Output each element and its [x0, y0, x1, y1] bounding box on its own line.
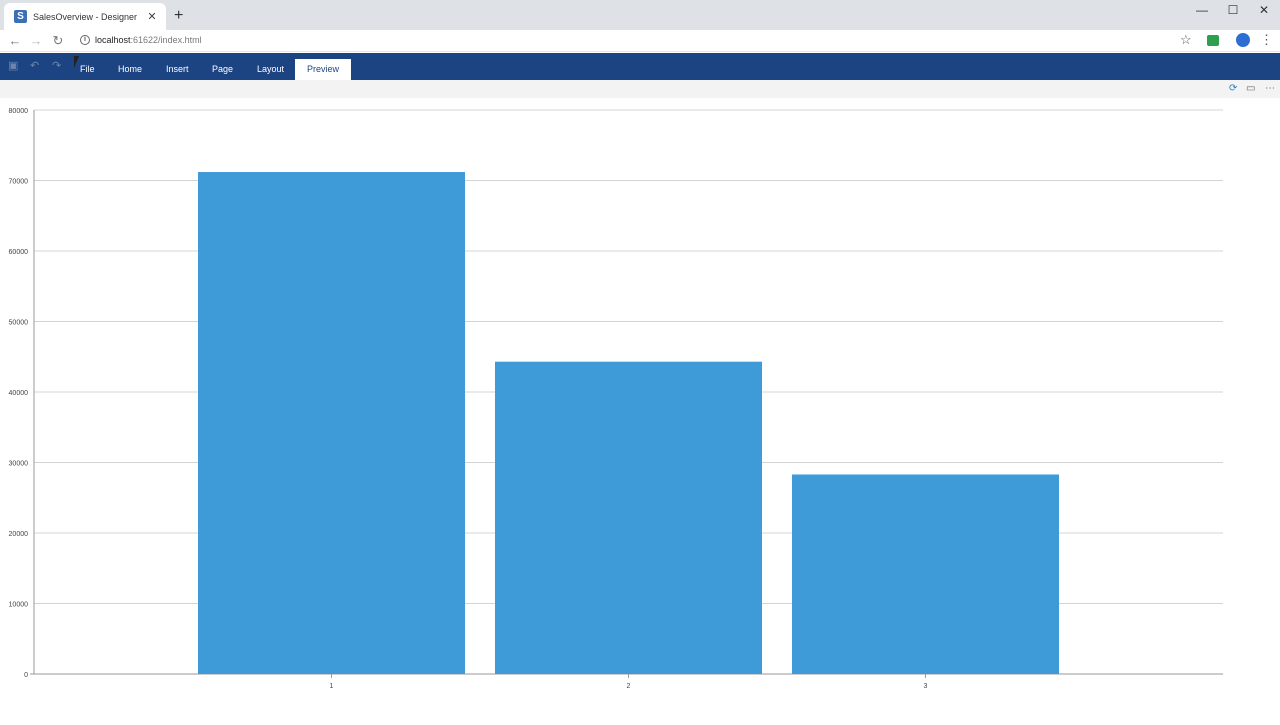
url-field[interactable]: localhost:61622/index.html: [95, 35, 202, 45]
mouse-cursor: [74, 56, 79, 68]
new-tab-button[interactable]: +: [174, 8, 183, 24]
ribbon-tab-preview[interactable]: Preview: [295, 59, 352, 80]
bar: [792, 474, 1059, 674]
y-tick-label: 40000: [9, 390, 29, 397]
browser-tab[interactable]: S SalesOverview - Designer ✕: [4, 3, 166, 30]
undo-icon[interactable]: ↶: [30, 61, 39, 72]
maximize-button[interactable]: ☐: [1223, 3, 1243, 17]
ribbon-tab-file[interactable]: File: [80, 59, 95, 80]
ribbon-tab-insert[interactable]: Insert: [166, 59, 189, 80]
y-tick-label: 30000: [9, 461, 29, 468]
ribbon-bar: ▣ ↶ ↷ File Home Insert Page Layout Previ…: [0, 53, 1280, 80]
app-favicon-icon: S: [14, 10, 27, 23]
chart-svg: 0 10000 20000 30000 40000 50000 60000 70000 8000…: [9, 108, 1223, 690]
browser-menu-icon[interactable]: ⋮: [1260, 32, 1273, 48]
preview-toolbar: ⟳ ▭ ⋯: [0, 80, 1280, 98]
bar: [495, 361, 762, 674]
y-tick-label: 80000: [9, 108, 29, 115]
profile-avatar-icon[interactable]: [1236, 33, 1250, 47]
y-tick-label: 0: [24, 672, 28, 679]
y-tick-label: 10000: [9, 602, 29, 609]
y-tick-label: 60000: [9, 249, 29, 256]
ribbon-tab-page[interactable]: Page: [212, 59, 233, 80]
extension-icon[interactable]: [1207, 35, 1219, 46]
reload-icon[interactable]: ↻: [50, 33, 66, 49]
refresh-icon[interactable]: ⟳: [1229, 83, 1237, 94]
back-icon[interactable]: ←: [7, 33, 23, 49]
more-icon[interactable]: ⋯: [1265, 83, 1275, 94]
ribbon-tab-home[interactable]: Home: [118, 59, 142, 80]
redo-icon[interactable]: ↷: [52, 61, 61, 72]
browser-tab-strip: S SalesOverview - Designer ✕ + — ☐ ✕: [0, 0, 1280, 30]
open-folder-icon[interactable]: ▭: [1246, 83, 1255, 94]
y-tick-label: 50000: [9, 320, 29, 327]
bar: [198, 172, 465, 674]
x-tick-label: 3: [924, 683, 928, 690]
bar-chart: 0 10000 20000 30000 40000 50000 60000 70000 8000…: [0, 98, 1280, 720]
minimize-button[interactable]: —: [1192, 3, 1212, 17]
y-tick-label: 70000: [9, 179, 29, 186]
site-info-icon[interactable]: i: [80, 35, 90, 45]
close-window-button[interactable]: ✕: [1254, 3, 1274, 17]
address-bar: ← → ↻ i localhost:61622/index.html ☆ ⋮: [0, 30, 1280, 52]
forward-icon[interactable]: →: [28, 33, 44, 49]
y-tick-label: 20000: [9, 531, 29, 538]
url-path: :61622/index.html: [130, 35, 202, 45]
ribbon-tab-layout[interactable]: Layout: [257, 59, 284, 80]
x-tick-label: 2: [627, 683, 631, 690]
url-host: localhost: [95, 35, 131, 45]
save-icon[interactable]: ▣: [8, 61, 18, 72]
x-tick-label: 1: [330, 683, 334, 690]
tab-close-icon[interactable]: ✕: [146, 10, 158, 23]
bookmark-star-icon[interactable]: ☆: [1180, 32, 1192, 48]
tab-title: SalesOverview - Designer: [33, 11, 138, 22]
